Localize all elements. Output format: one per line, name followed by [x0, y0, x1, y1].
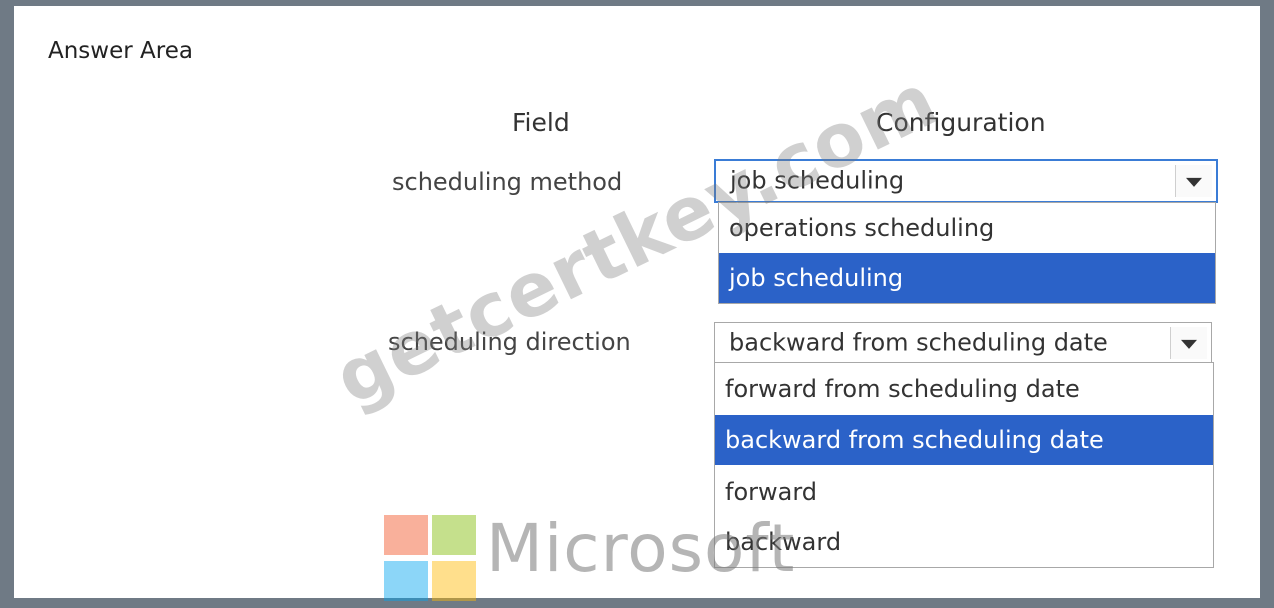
- field-header: Field: [512, 108, 570, 137]
- logo-square-red: [384, 515, 428, 555]
- logo-square-green: [432, 515, 476, 555]
- option-forward-from-scheduling-date[interactable]: forward from scheduling date: [715, 363, 1213, 415]
- chevron-down-icon: [1186, 177, 1202, 187]
- scheduling-direction-value: backward from scheduling date: [729, 328, 1108, 357]
- option-backward-from-scheduling-date[interactable]: backward from scheduling date: [715, 415, 1213, 465]
- scheduling-method-label: scheduling method: [392, 168, 623, 196]
- microsoft-brand-text: Microsoft: [486, 510, 796, 587]
- microsoft-logo-icon: [384, 515, 478, 601]
- answer-area-title: Answer Area: [48, 38, 193, 64]
- scheduling-direction-dropdown-button[interactable]: [1170, 327, 1207, 359]
- scheduling-method-dropdown-button[interactable]: [1175, 165, 1212, 197]
- chevron-down-icon: [1181, 339, 1197, 349]
- scheduling-method-options: operations scheduling job scheduling: [718, 202, 1216, 304]
- scheduling-direction-dropdown[interactable]: backward from scheduling date: [714, 322, 1212, 364]
- logo-square-yellow: [432, 561, 476, 601]
- option-job-scheduling[interactable]: job scheduling: [719, 253, 1215, 303]
- logo-square-blue: [384, 561, 428, 601]
